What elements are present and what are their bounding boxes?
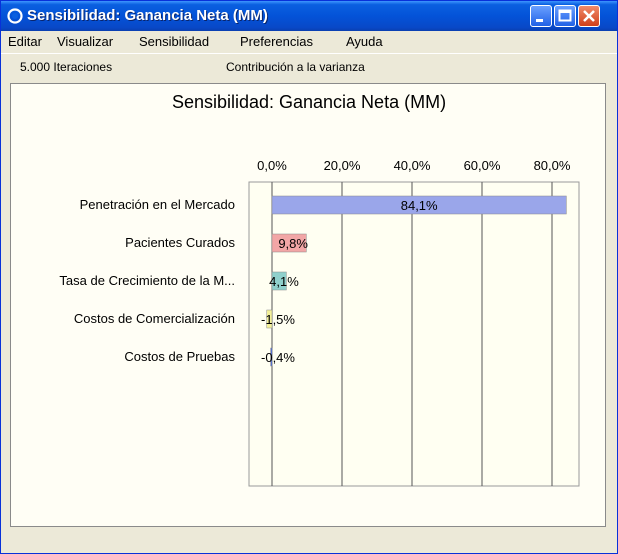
menu-editar[interactable]: Editar bbox=[8, 34, 42, 49]
chart-panel: 0,0% 20,0% 40,0% 60,0% 80,0% Penetración en e… bbox=[10, 83, 606, 527]
close-icon bbox=[583, 10, 595, 22]
category-label: Costos de Comercialización bbox=[74, 311, 235, 326]
sensitivity-chart: 0,0% 20,0% 40,0% 60,0% 80,0% Penetración en e… bbox=[59, 158, 580, 487]
data-label: -0,4% bbox=[261, 350, 295, 365]
x-tick-label: 60,0% bbox=[464, 158, 501, 173]
maximize-button[interactable] bbox=[554, 5, 576, 27]
category-label: Pacientes Curados bbox=[125, 235, 235, 250]
title-bar[interactable]: Sensibilidad: Ganancia Neta (MM) bbox=[1, 1, 617, 31]
maximize-icon bbox=[558, 9, 572, 22]
info-row: 5.000 Iteraciones Contribución a la vari… bbox=[1, 53, 617, 80]
minimize-icon bbox=[536, 19, 543, 22]
menu-sensibilidad[interactable]: Sensibilidad bbox=[139, 34, 209, 49]
category-label: Tasa de Crecimiento de la M... bbox=[59, 273, 235, 288]
window-title: Sensibilidad: Ganancia Neta (MM) bbox=[27, 7, 268, 24]
menu-bar: Editar Visualizar Sensibilidad Preferenc… bbox=[1, 31, 617, 53]
menu-visualizar[interactable]: Visualizar bbox=[57, 34, 113, 49]
category-label: Penetración en el Mercado bbox=[80, 197, 235, 212]
category-label: Costos de Pruebas bbox=[124, 349, 235, 364]
close-button[interactable] bbox=[578, 5, 600, 27]
iterations-label: 5.000 Iteraciones bbox=[20, 60, 113, 74]
data-label: 84,1% bbox=[401, 198, 438, 213]
x-tick-label: 20,0% bbox=[324, 158, 361, 173]
data-label: 9,8% bbox=[278, 236, 308, 251]
data-label: 4,1% bbox=[269, 274, 299, 289]
x-tick-label: 40,0% bbox=[394, 158, 431, 173]
view-mode-label[interactable]: Contribución a la varianza bbox=[226, 60, 365, 74]
plot-area bbox=[248, 181, 580, 487]
data-label: -1,5% bbox=[261, 312, 295, 327]
chart-title: Sensibilidad: Ganancia Neta (MM) bbox=[171, 92, 447, 112]
menu-preferencias[interactable]: Preferencias bbox=[240, 34, 313, 49]
menu-ayuda[interactable]: Ayuda bbox=[346, 34, 383, 49]
x-tick-label: 0,0% bbox=[257, 158, 287, 173]
minimize-button[interactable] bbox=[530, 5, 552, 27]
crystal-ball-icon bbox=[7, 8, 23, 24]
app-window: Sensibilidad: Ganancia Neta (MM) Editar … bbox=[0, 0, 618, 554]
x-tick-label: 80,0% bbox=[534, 158, 571, 173]
